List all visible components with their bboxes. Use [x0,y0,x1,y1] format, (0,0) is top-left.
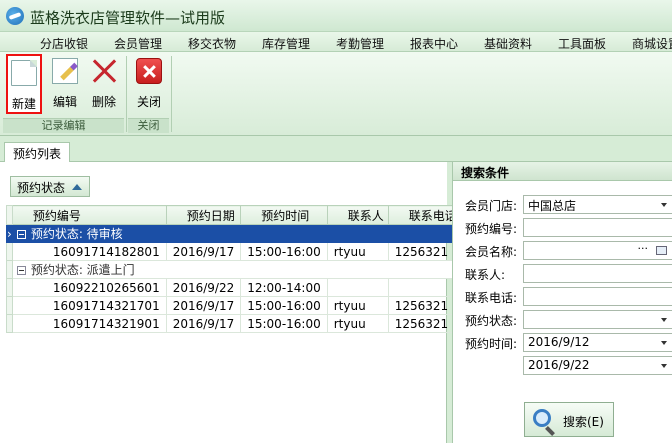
group-row-pending[interactable]: › 预约状态: 待审核 [6,224,462,243]
search-button[interactable]: 搜索(E) [524,402,614,437]
menu-item-mall-settings[interactable]: 商城设置 [632,35,672,52]
table-header-row: 预约编号 预约日期 预约时间 联系人 联系电话 [6,205,462,225]
group-row-dispatched[interactable]: 预约状态: 派遣上门 [6,260,462,279]
contact-row: 联系人: [465,264,672,284]
member-card-icon[interactable] [656,246,667,255]
menu-item-member-management[interactable]: 会员管理 [114,35,162,52]
app-logo-icon [6,7,24,25]
ribbon-group-separator [126,56,127,132]
delete-x-icon [91,58,117,84]
group-row-label: 预约状态: 派遣上门 [11,260,462,279]
sort-ascending-icon [72,184,83,190]
new-document-icon [11,60,37,86]
new-button[interactable]: 新建 [6,54,42,114]
column-header-booking-time[interactable]: 预约时间 [240,205,328,225]
table-row[interactable]: 16091714321701 2016/9/17 15:00-16:00 rty… [6,296,462,315]
collapse-toggle-icon[interactable] [16,266,26,275]
ribbon-group-label-record-edit: 记录编辑 [3,118,124,133]
close-window-icon [136,58,162,84]
delete-button[interactable]: 删除 [86,54,122,114]
column-header-phone[interactable]: 联系电话 [387,205,462,225]
ribbon-toolbar: 新建 编辑 删除 关闭 记录编辑 关闭 [0,52,672,136]
column-header-booking-no[interactable]: 预约编号 [11,205,167,225]
store-select[interactable]: 中国总店 [523,195,672,214]
menu-item-transfer-clothes[interactable]: 移交衣物 [188,35,236,52]
contact-input[interactable] [523,264,672,283]
menu-item-basic-data[interactable]: 基础资料 [484,35,532,52]
menu-item-tools[interactable]: 工具面板 [558,35,606,52]
column-header-contact[interactable]: 联系人 [326,205,389,225]
table-row[interactable]: 16091714321901 2016/9/17 15:00-16:00 rty… [6,314,462,333]
ribbon-group-label-close: 关闭 [128,118,169,133]
menu-item-branch-cashier[interactable]: 分店收银 [40,35,88,52]
time-from-date-picker[interactable]: 2016/9/12 [523,333,672,352]
phone-input[interactable] [523,287,672,306]
status-select[interactable] [523,310,672,329]
row-indicator: › [6,224,13,243]
document-tab-strip: 预约列表 [0,136,672,163]
tab-booking-list[interactable]: 预约列表 [4,142,71,163]
booking-grid-panel: 预约状态 预约编号 预约日期 预约时间 联系人 联系电话 › 预约状态: 待审核… [0,162,462,443]
ribbon-group-separator [171,56,172,132]
title-bar: 蓝格洗衣店管理软件—试用版 [0,0,672,32]
table-row[interactable]: 16092210265601 2016/9/22 12:00-14:00 [6,278,462,297]
member-name-input[interactable]: ··· [523,241,672,260]
browse-ellipsis-icon[interactable]: ··· [638,242,649,255]
group-by-status-button[interactable]: 预约状态 [10,176,91,197]
store-row: 会员门店: 中国总店 [465,195,672,215]
search-conditions-panel: 搜索条件 会员门店: 中国总店 预约编号: 会员名称: ··· 联系人: 联系电… [452,162,672,443]
group-row-label: 预约状态: 待审核 [11,224,462,243]
edit-pencil-icon [52,58,78,84]
search-panel-title: 搜索条件 [453,162,672,181]
column-header-booking-date[interactable]: 预约日期 [165,205,242,225]
menu-item-attendance[interactable]: 考勤管理 [336,35,384,52]
group-panel: 预约状态 [0,162,447,205]
table-row[interactable]: 16091714182801 2016/9/17 15:00-16:00 rty… [6,242,462,261]
collapse-toggle-icon[interactable] [16,230,26,239]
member-name-row: 会员名称: ··· [465,241,672,261]
app-title: 蓝格洗衣店管理软件—试用版 [30,9,226,27]
edit-button[interactable]: 编辑 [47,54,83,114]
time-to-date-picker[interactable]: 2016/9/22 [523,356,672,375]
booking-table: 预约编号 预约日期 预约时间 联系人 联系电话 › 预约状态: 待审核 1609… [6,205,462,333]
status-row: 预约状态: [465,310,672,330]
close-button[interactable]: 关闭 [131,54,167,114]
time-to-row: 2016/9/22 [465,356,672,376]
main-menu-bar: 分店收银 会员管理 移交衣物 库存管理 考勤管理 报表中心 基础资料 工具面板 … [0,32,672,52]
magnifier-icon [533,409,551,427]
menu-item-reports[interactable]: 报表中心 [410,35,458,52]
booking-no-row: 预约编号: [465,218,672,238]
booking-no-input[interactable] [523,218,672,237]
phone-row: 联系电话: [465,287,672,307]
menu-item-inventory[interactable]: 库存管理 [262,35,310,52]
time-from-row: 预约时间: 2016/9/12 [465,333,672,353]
